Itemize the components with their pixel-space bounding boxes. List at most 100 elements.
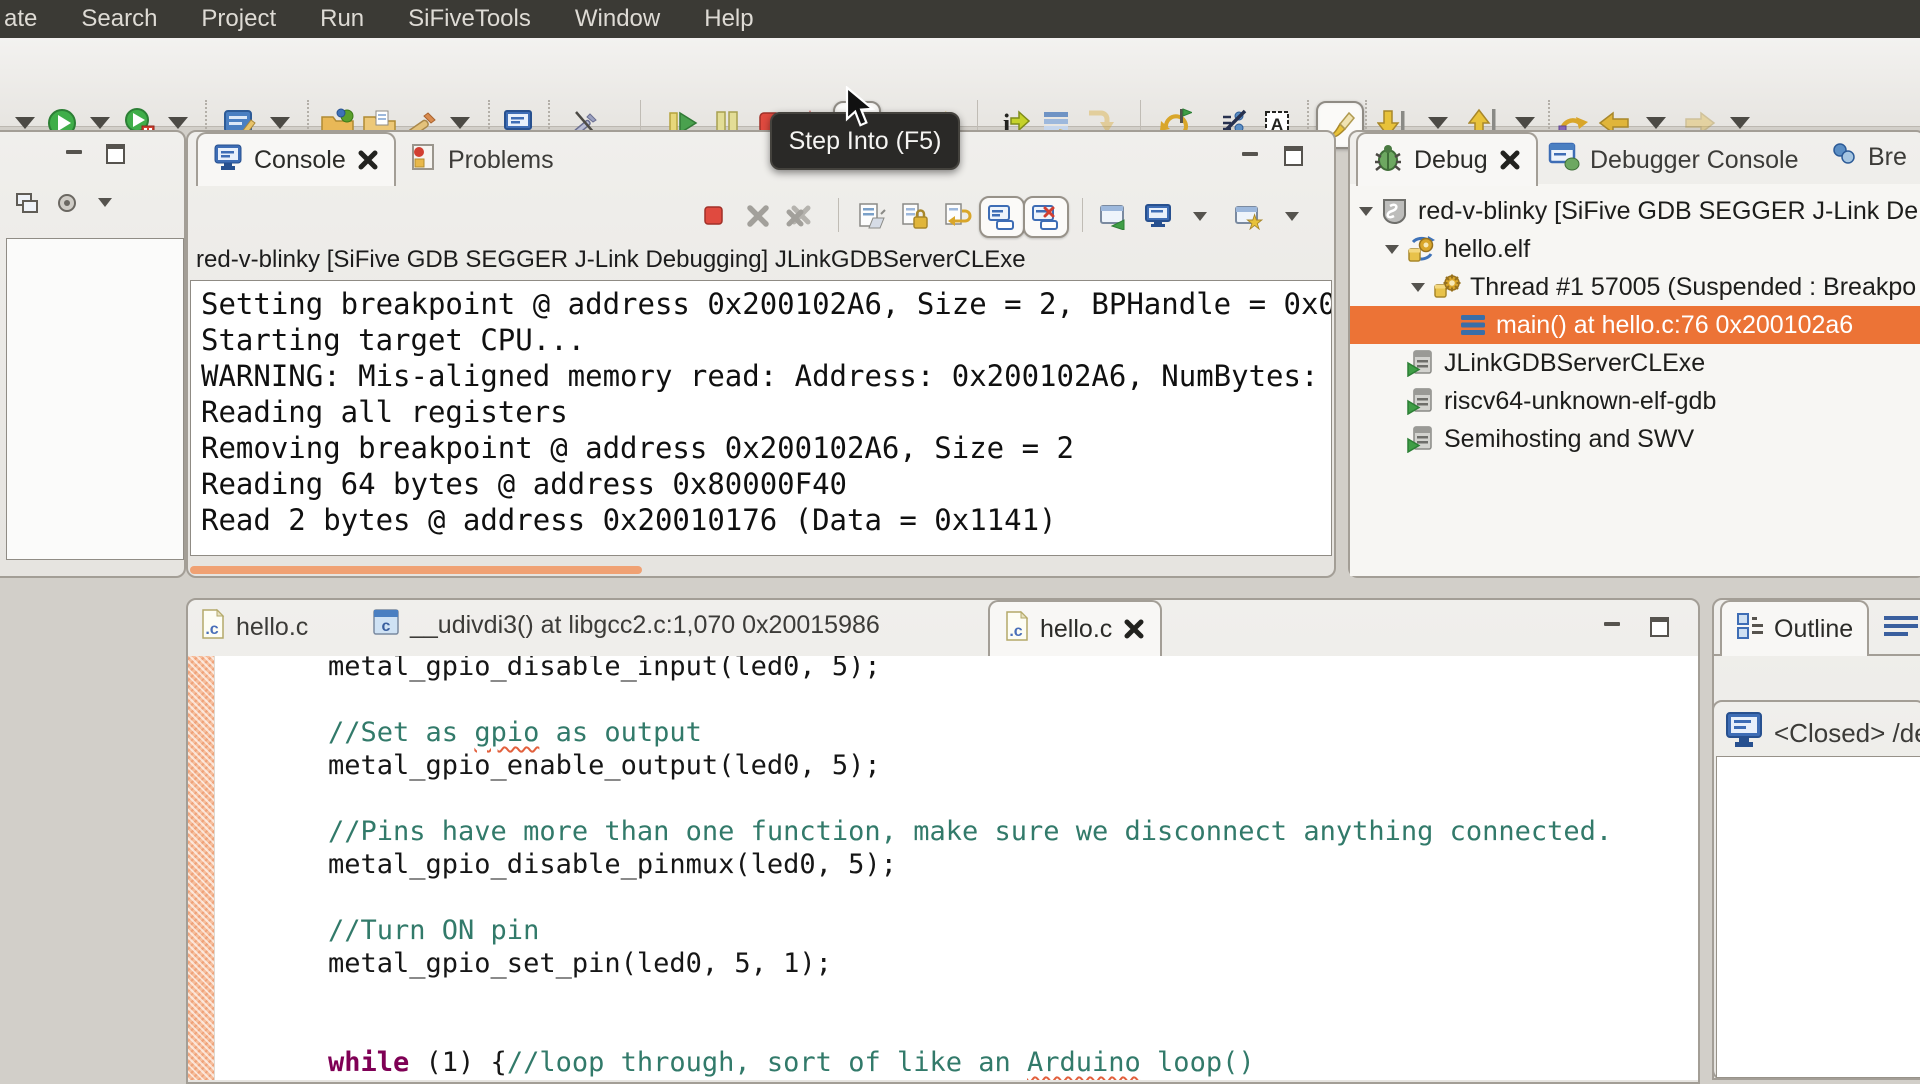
debug-tree-row[interactable]: riscv64-unknown-elf-gdb [1350,382,1920,420]
tab-breakpoints-label: Bre [1868,143,1907,171]
code-line: metal_gpio_disable_pinmux(led0, 5); [328,849,897,880]
debug-tree: red-v-blinky [SiFive GDB SEGGER J-Link D… [1350,184,1920,576]
breakpoints-icon [1830,142,1858,173]
console-output[interactable]: Setting breakpoint @ address 0x200102A6,… [190,280,1332,556]
menu-bar: ate Search Project Run SiFiveTools Window Help [0,0,1920,38]
debug-tree-label: riscv64-unknown-elf-gdb [1444,386,1717,415]
c-file-icon: .c [200,608,226,647]
debug-tree-row[interactable]: Thread #1 57005 (Suspended : Breakpo [1350,268,1920,306]
debug-tree-row[interactable]: hello.elf [1350,230,1920,268]
outline-icon [1736,612,1764,647]
maximize-icon[interactable] [1650,617,1669,637]
display-console-icon[interactable] [1140,198,1176,234]
expander-icon[interactable] [1380,244,1404,254]
filters-icon[interactable] [54,190,80,221]
terminal-process-icon [1404,387,1438,415]
minimize-icon[interactable] [1242,152,1258,156]
debug-tree-row[interactable]: main() at hello.c:76 0x200102a6 [1350,306,1920,344]
menu-item-window[interactable]: Window [575,5,660,33]
minimize-icon[interactable] [66,150,82,154]
debug-tree-label: hello.elf [1444,234,1531,263]
debug-tree-row[interactable]: JLinkGDBServerCLExe [1350,344,1920,382]
clear-console-icon[interactable] [854,198,890,234]
tab-outline-label: Outline [1774,614,1854,643]
menu-item-sifivetools[interactable]: SiFiveTools [408,5,531,33]
code-area[interactable]: metal_gpio_disable_input(led0, 5); //Set… [214,656,1698,1080]
tab-outline[interactable]: Outline [1720,600,1870,656]
process-icon [1404,234,1438,264]
tab-console-label: Console [254,145,346,174]
close-icon[interactable] [356,148,380,172]
editor-tab-0[interactable]: .c hello.c [200,608,308,647]
tab-breakpoints[interactable]: Bre [1830,142,1907,173]
tab-terminal[interactable]: <Closed> /de [1724,710,1920,757]
pin-console-icon[interactable] [979,196,1025,238]
debug-tree-label: red-v-blinky [SiFive GDB SEGGER J-Link D… [1418,196,1919,225]
minimize-icon[interactable] [1604,622,1620,626]
expander-icon[interactable] [1406,282,1430,292]
console-line: WARNING: Mis-aligned memory read: Addres… [201,359,1332,393]
console-line: Reading all registers [201,395,568,429]
expander-icon[interactable] [1354,206,1378,216]
console-line: Reading 64 bytes @ address 0x80000F40 [201,467,848,501]
left-view-content[interactable] [6,238,184,560]
mouse-cursor [844,85,882,135]
code-line: //Turn ON pin [328,915,540,946]
main-toolbar: iA [0,38,1920,149]
console-icon [212,142,244,179]
dropdown-icon[interactable] [1274,198,1310,234]
word-wrap-icon[interactable] [940,198,976,234]
collapse-all-icon[interactable] [14,190,40,221]
menu-item-run[interactable]: Run [320,5,364,33]
view-menu-icon[interactable] [98,198,112,207]
debug-tree-row[interactable]: red-v-blinky [SiFive GDB SEGGER J-Link D… [1350,192,1920,230]
editor-tab-2-active[interactable]: .c hello.c [988,600,1163,656]
remove-all-launches-icon[interactable] [782,198,818,234]
view-menu-icon[interactable] [1882,614,1920,645]
code-line: metal_gpio_enable_output(led0, 5); [328,750,881,781]
new-console-icon[interactable] [1230,198,1266,234]
tab-console[interactable]: Console [196,132,396,186]
code-line: while (1) {//loop through, sort of like … [328,1047,1255,1078]
maximize-icon[interactable] [106,144,125,164]
menu-item-project[interactable]: Project [201,5,276,33]
c-window-icon: c [372,608,400,643]
debug-tree-label: JLinkGDBServerCLExe [1444,348,1706,377]
scroll-lock-icon[interactable] [897,198,933,234]
dropdown-icon[interactable] [1182,198,1218,234]
console-scroll-indicator [190,566,642,574]
editor-tab-1[interactable]: c __udivdi3() at libgcc2.c:1,070 0x20015… [372,608,880,643]
tab-problems[interactable]: Problems [408,142,554,179]
tab-debugger-console[interactable]: Debugger Console [1548,142,1798,179]
code-line: //Set as gpio as output [328,717,702,748]
launch-config-icon [1378,196,1412,226]
console-line: Setting breakpoint @ address 0x200102A6,… [201,287,1332,321]
editor-margin-hatch [188,656,215,1080]
debug-tree-label: Thread #1 57005 (Suspended : Breakpo [1470,272,1917,301]
console-line: Starting target CPU... [201,323,586,357]
console-line: Removing breakpoint @ address 0x200102A6… [201,431,1074,465]
terminal-content[interactable] [1716,756,1920,1078]
menu-item-ate[interactable]: ate [4,5,37,33]
close-icon[interactable] [1498,148,1522,172]
tab-debug[interactable]: Debug [1356,132,1538,186]
display-selected-console-icon[interactable] [1023,196,1069,238]
close-icon[interactable] [1122,617,1146,641]
open-console-icon[interactable] [1095,198,1131,234]
stack-frames-icon [1456,313,1490,337]
debug-tree-row[interactable]: Semihosting and SWV [1350,420,1920,458]
thread-icon [1430,273,1464,301]
problems-icon [408,142,438,179]
debugger-console-icon [1548,142,1580,179]
remove-launch-icon[interactable] [740,198,776,234]
maximize-icon[interactable] [1284,146,1303,166]
menu-item-help[interactable]: Help [704,5,753,33]
editor-tab-label: __udivdi3() at libgcc2.c:1,070 0x2001598… [410,611,880,639]
terminate-console-icon[interactable] [696,198,732,234]
tab-debug-label: Debug [1414,145,1488,174]
menu-item-search[interactable]: Search [81,5,157,33]
